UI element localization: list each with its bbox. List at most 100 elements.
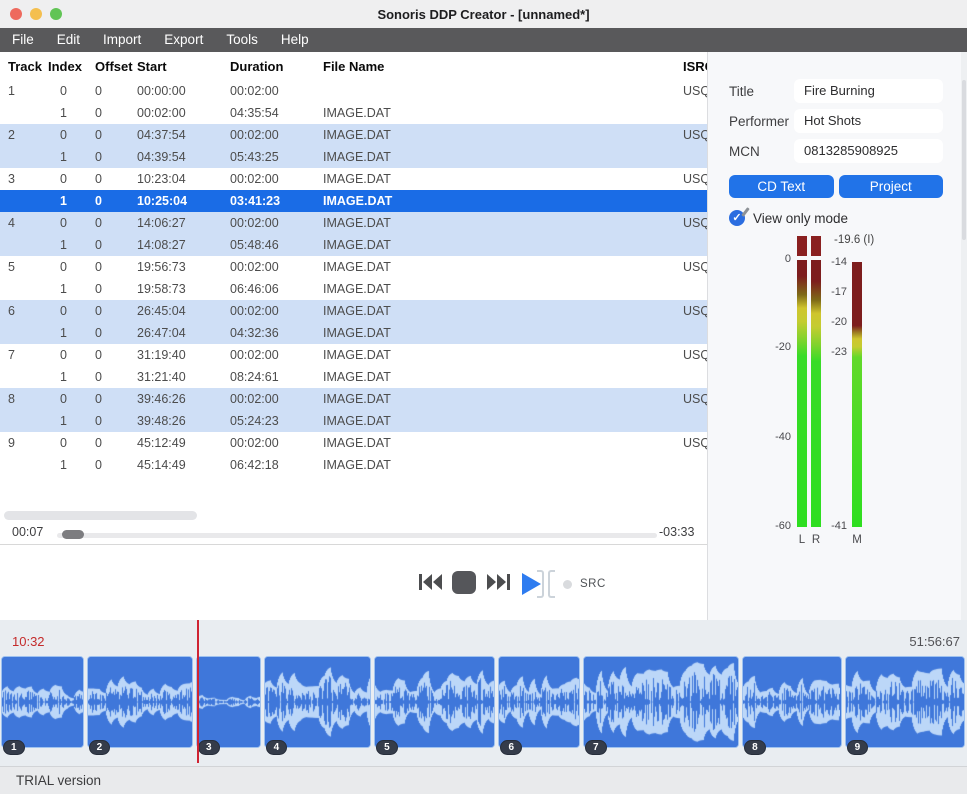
cell-offset: 0 xyxy=(95,326,137,340)
table-row[interactable]: 6 0 0 26:45:04 00:02:00 IMAGE.DAT USQ xyxy=(0,300,707,322)
waveform xyxy=(498,656,580,748)
waveform-track-block[interactable]: 7 xyxy=(583,656,739,748)
cell-index: 0 xyxy=(48,304,95,318)
table-row[interactable]: 1 0 0 00:00:00 00:02:00 USQ xyxy=(0,80,707,102)
waveform-track-block[interactable]: 9 xyxy=(845,656,965,748)
mcn-field[interactable]: 0813285908925 xyxy=(794,139,943,163)
menu-item-file[interactable]: File xyxy=(12,28,34,52)
field-label: Title xyxy=(729,84,794,99)
table-row[interactable]: 1 0 14:08:27 05:48:46 IMAGE.DAT xyxy=(0,234,707,256)
panel-scrollbar-thumb[interactable] xyxy=(962,80,966,240)
cell-track: 6 xyxy=(0,304,48,318)
table-row[interactable]: 1 0 45:14:49 06:42:18 IMAGE.DAT xyxy=(0,454,707,476)
remaining-time: -03:33 xyxy=(659,525,694,539)
meter-scale-label: -41 xyxy=(767,520,847,532)
previous-track-button[interactable] xyxy=(418,572,443,592)
meter-bar-right xyxy=(811,260,821,527)
project-button[interactable]: Project xyxy=(839,175,944,198)
play-button[interactable] xyxy=(520,569,560,599)
minimize-button[interactable] xyxy=(30,8,42,20)
horizontal-scrollbar-thumb[interactable] xyxy=(4,511,197,520)
track-number-badge: 6 xyxy=(500,740,522,755)
col-header-duration[interactable]: Duration xyxy=(230,59,323,74)
waveform-track-block[interactable]: 1 xyxy=(1,656,84,748)
waveform-track-block[interactable]: 6 xyxy=(498,656,580,748)
cell-offset: 0 xyxy=(95,216,137,230)
table-row[interactable]: 1 0 10:25:04 03:41:23 IMAGE.DAT xyxy=(0,190,707,212)
menu-item-edit[interactable]: Edit xyxy=(57,28,80,52)
table-row[interactable]: 9 0 0 45:12:49 00:02:00 IMAGE.DAT USQ xyxy=(0,432,707,454)
cell-filename: IMAGE.DAT xyxy=(323,458,683,472)
cd-text-button[interactable]: CD Text xyxy=(729,175,834,198)
field-label: Performer xyxy=(729,114,794,129)
cell-start: 04:39:54 xyxy=(137,150,230,164)
table-row[interactable]: 3 0 0 10:23:04 00:02:00 IMAGE.DAT USQ xyxy=(0,168,707,190)
cell-filename: IMAGE.DAT xyxy=(323,326,683,340)
playhead-time: 10:32 xyxy=(12,634,45,649)
view-only-label: View only mode xyxy=(753,211,848,226)
meter-bar-left xyxy=(797,260,807,527)
playback-slider-thumb[interactable] xyxy=(62,530,84,539)
cell-start: 19:58:73 xyxy=(137,282,230,296)
playback-slider-track[interactable] xyxy=(57,533,657,538)
table-row[interactable]: 1 0 04:39:54 05:43:25 IMAGE.DAT xyxy=(0,146,707,168)
total-time: 51:56:67 xyxy=(909,634,960,649)
table-row[interactable]: 7 0 0 31:19:40 00:02:00 IMAGE.DAT USQ xyxy=(0,344,707,366)
menu-item-import[interactable]: Import xyxy=(103,28,141,52)
table-row[interactable]: 1 0 26:47:04 04:32:36 IMAGE.DAT xyxy=(0,322,707,344)
table-row[interactable]: 5 0 0 19:56:73 00:02:00 IMAGE.DAT USQ xyxy=(0,256,707,278)
cell-duration: 04:32:36 xyxy=(230,326,323,340)
table-row[interactable]: 8 0 0 39:46:26 00:02:00 IMAGE.DAT USQ xyxy=(0,388,707,410)
cell-track: 2 xyxy=(0,128,48,142)
col-header-track[interactable]: Track xyxy=(0,59,48,74)
cell-filename: IMAGE.DAT xyxy=(323,106,683,120)
menu-item-export[interactable]: Export xyxy=(164,28,203,52)
table-row[interactable]: 2 0 0 04:37:54 00:02:00 IMAGE.DAT USQ xyxy=(0,124,707,146)
cell-duration: 00:02:00 xyxy=(230,216,323,230)
field-label: MCN xyxy=(729,144,794,159)
view-only-checkbox[interactable]: View only mode xyxy=(729,210,943,226)
menu-item-help[interactable]: Help xyxy=(281,28,309,52)
track-number-badge: 8 xyxy=(744,740,766,755)
cell-isrc: USQ xyxy=(683,172,707,186)
zoom-button[interactable] xyxy=(50,8,62,20)
cd-info-panel: Title Fire Burning Performer Hot Shots M… xyxy=(707,52,967,620)
panel-scrollbar xyxy=(961,52,967,620)
stop-button[interactable] xyxy=(452,571,476,594)
waveform-track-block[interactable]: 4 xyxy=(264,656,371,748)
col-header-index[interactable]: Index xyxy=(48,59,95,74)
next-track-button[interactable] xyxy=(486,572,511,592)
waveform-track-block[interactable]: 5 xyxy=(374,656,495,748)
cell-start: 39:46:26 xyxy=(137,392,230,406)
waveform-track-block[interactable]: 3 xyxy=(196,656,261,748)
cell-filename: IMAGE.DAT xyxy=(323,282,683,296)
cell-isrc: USQ xyxy=(683,392,707,406)
table-row[interactable]: 1 0 00:02:00 04:35:54 IMAGE.DAT xyxy=(0,102,707,124)
cell-start: 04:37:54 xyxy=(137,128,230,142)
col-header-filename[interactable]: File Name xyxy=(323,59,683,74)
performer-field[interactable]: Hot Shots xyxy=(794,109,943,133)
cell-start: 00:00:00 xyxy=(137,84,230,98)
cell-start: 31:21:40 xyxy=(137,370,230,384)
table-row[interactable]: 1 0 19:58:73 06:46:06 IMAGE.DAT xyxy=(0,278,707,300)
table-row[interactable]: 1 0 39:48:26 05:24:23 IMAGE.DAT xyxy=(0,410,707,432)
src-indicator[interactable] xyxy=(563,580,572,589)
table-row[interactable]: 4 0 0 14:06:27 00:02:00 IMAGE.DAT USQ xyxy=(0,212,707,234)
close-button[interactable] xyxy=(10,8,22,20)
cell-start: 26:47:04 xyxy=(137,326,230,340)
cell-offset: 0 xyxy=(95,106,137,120)
meter-scale-label: -23 xyxy=(767,346,847,358)
title-field[interactable]: Fire Burning xyxy=(794,79,943,103)
menu-item-tools[interactable]: Tools xyxy=(226,28,258,52)
field-row: MCN 0813285908925 xyxy=(729,139,943,163)
col-header-start[interactable]: Start xyxy=(137,59,230,74)
cell-duration: 00:02:00 xyxy=(230,84,323,98)
cell-duration: 05:24:23 xyxy=(230,414,323,428)
col-header-isrc[interactable]: ISRC xyxy=(683,59,707,74)
cell-index: 0 xyxy=(48,436,95,450)
col-header-offset[interactable]: Offset xyxy=(95,59,137,74)
waveform-track-block[interactable]: 2 xyxy=(87,656,193,748)
table-row[interactable]: 1 0 31:21:40 08:24:61 IMAGE.DAT xyxy=(0,366,707,388)
cell-index: 1 xyxy=(48,238,95,252)
waveform-track-block[interactable]: 8 xyxy=(742,656,841,748)
